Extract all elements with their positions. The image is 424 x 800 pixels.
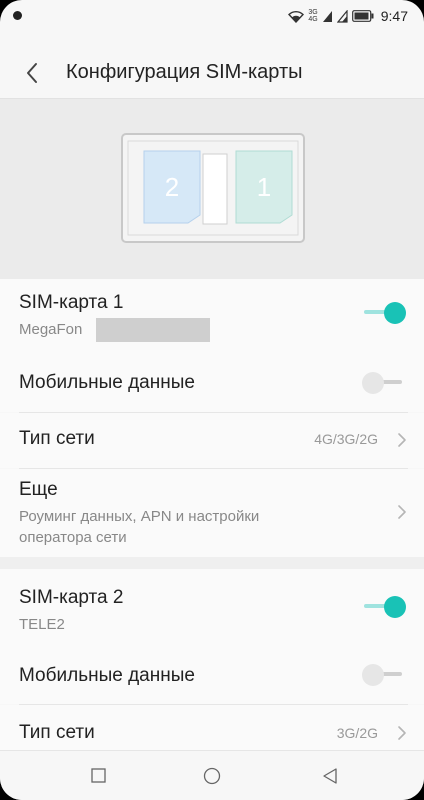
sim-tray-illustration: 2 1: [0, 99, 424, 279]
battery-icon: [351, 10, 374, 22]
chevron-right-icon: [398, 726, 406, 740]
screen: 3G 4G 9:47 Конфигурация SIM-карты 2 1 SI…: [0, 0, 424, 800]
sim1-mobile-data-knob: [362, 372, 384, 394]
app-header: Конфигурация SIM-карты: [0, 46, 424, 98]
sim1-mobile-data-toggle[interactable]: [362, 371, 406, 395]
page-title: Конфигурация SIM-карты: [66, 61, 303, 83]
sim2-network-type-value: 3G/2G: [336, 725, 378, 741]
status-icons: 3G 4G 9:47: [288, 7, 408, 25]
wifi-icon: [288, 10, 305, 23]
sim1-mobile-data-row[interactable]: Мобильные данные: [0, 357, 424, 412]
signal-icon: [322, 10, 332, 22]
sim2-toggle-knob: [384, 596, 406, 618]
square-icon[interactable]: [89, 766, 109, 786]
sim2-operator: TELE2: [19, 616, 65, 633]
camera-cutout: [13, 11, 22, 20]
chevron-right-icon: [398, 433, 406, 447]
sim1-mobile-data-label: Мобильные данные: [19, 372, 195, 393]
sim1-more-sub: Роуминг данных, APN и настройки оператор…: [19, 508, 260, 546]
navigation-bar: [0, 750, 424, 800]
sim1-more-label: Еще: [19, 479, 58, 500]
sim2-row[interactable]: SIM-карта 2 TELE2: [0, 569, 424, 649]
sim2-network-type-row[interactable]: Тип сети 3G/2G: [0, 705, 424, 750]
sim2-mobile-data-row[interactable]: Мобильные данные: [0, 649, 424, 704]
sim1-operator: MegaFon: [19, 321, 83, 338]
back-button[interactable]: [18, 58, 48, 88]
sim2-mobile-data-knob: [362, 664, 384, 686]
sim1-title: SIM-карта 1: [19, 292, 124, 313]
status-bar: 3G 4G 9:47: [0, 0, 424, 32]
slot-1-label: 1: [257, 172, 271, 202]
sim1-network-type-label: Тип сети: [19, 428, 95, 449]
network-type-indicator: 3G 4G: [308, 9, 317, 23]
sim1-toggle[interactable]: [362, 301, 406, 325]
status-time: 9:47: [380, 8, 408, 24]
sim1-network-type-row[interactable]: Тип сети 4G/3G/2G: [0, 413, 424, 468]
sim2-network-type-label: Тип сети: [19, 722, 95, 743]
chevron-left-icon: [27, 63, 37, 83]
sim2-mobile-data-label: Мобильные данные: [19, 665, 195, 686]
signal-2-icon: [336, 9, 348, 23]
sim2-mobile-data-toggle[interactable]: [362, 663, 406, 687]
sim1-more-row[interactable]: Еще Роуминг данных, APN и настройки опер…: [0, 469, 424, 557]
slot-2-label: 2: [165, 172, 179, 202]
sim2-toggle[interactable]: [362, 595, 406, 619]
network-type-top: 3G: [308, 9, 318, 16]
sim2-title: SIM-карта 2: [19, 587, 124, 608]
sim1-toggle-knob: [384, 302, 406, 324]
section-gap: [0, 557, 424, 569]
sim1-network-type-value: 4G/3G/2G: [314, 431, 378, 447]
chevron-right-icon: [398, 505, 406, 519]
sim-tray-image: 2 1: [121, 133, 305, 243]
redacted-block: [96, 318, 210, 342]
network-type-bottom: 4G: [308, 16, 318, 23]
circle-icon[interactable]: [202, 766, 222, 786]
triangle-icon[interactable]: [320, 766, 340, 786]
sim1-row[interactable]: SIM-карта 1 MegaFon: [0, 279, 424, 357]
